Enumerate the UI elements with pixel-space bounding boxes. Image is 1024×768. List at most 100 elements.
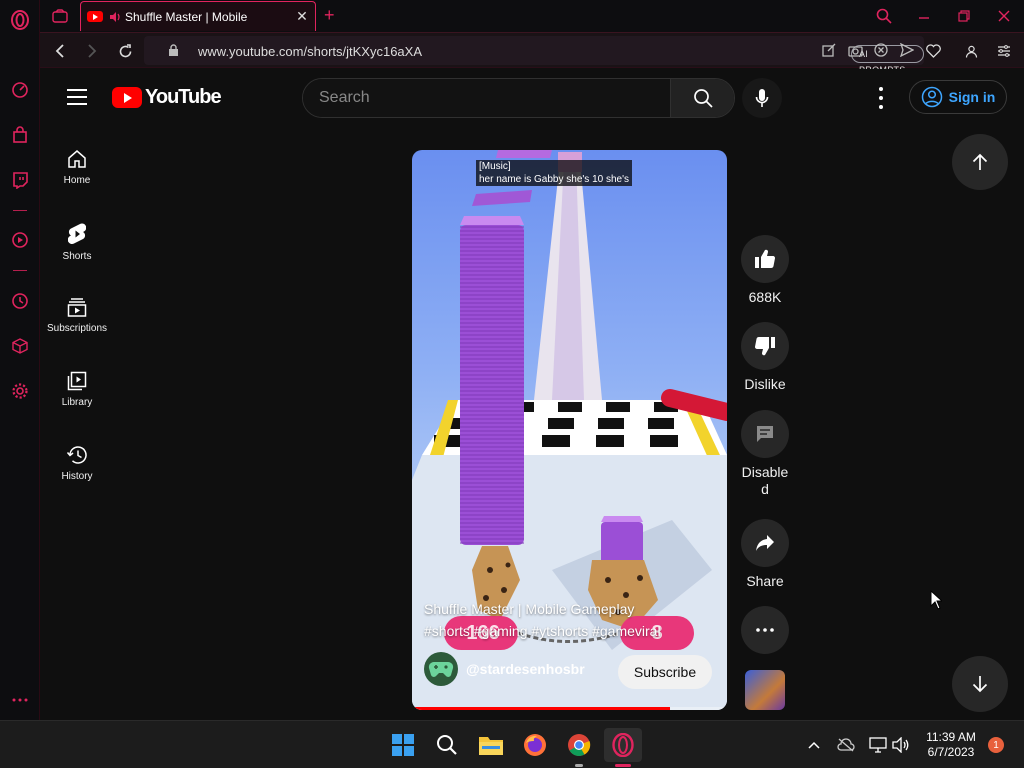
gamepad-icon <box>428 661 454 677</box>
guide-item-subscriptions[interactable]: Subscriptions <box>41 275 113 349</box>
chrome-icon[interactable] <box>565 731 593 759</box>
share-label: Share <box>746 573 784 589</box>
home-icon <box>68 150 86 168</box>
channel-name[interactable]: @stardesenhosbr <box>466 661 585 677</box>
thumbs-up-icon <box>755 249 776 269</box>
like-action: 688K <box>737 235 793 306</box>
tab-close-icon[interactable]: ✕ <box>295 8 309 25</box>
windows-start-icon[interactable] <box>389 731 417 759</box>
reload-icon[interactable] <box>115 41 135 61</box>
like-button[interactable] <box>741 235 789 283</box>
new-tab-button[interactable]: + <box>324 5 335 26</box>
more-dots-icon[interactable] <box>10 690 30 710</box>
share-button[interactable] <box>741 519 789 567</box>
guide-item-shorts[interactable]: Shorts <box>41 201 113 275</box>
subscribe-button[interactable]: Subscribe <box>618 655 712 689</box>
close-window-icon[interactable] <box>994 6 1014 26</box>
url-box[interactable]: www.youtube.com/shorts/jtKXyc16aXA AI PR… <box>144 36 924 75</box>
send-icon[interactable] <box>898 41 916 59</box>
account-circle-icon <box>921 86 942 108</box>
thumbs-down-icon <box>754 336 775 356</box>
guide-item-history[interactable]: History <box>41 423 113 497</box>
adblock-shield-icon[interactable] <box>872 41 890 59</box>
video-title[interactable]: Shuffle Master | Mobile Gameplay #shorts… <box>424 598 720 642</box>
subscriptions-icon <box>67 298 87 317</box>
video-progress-bar[interactable] <box>412 707 727 710</box>
edit-share-icon[interactable] <box>820 41 838 59</box>
share-action: Share <box>737 519 793 590</box>
channel-avatar[interactable] <box>424 652 458 686</box>
history-clock-icon[interactable] <box>10 291 30 311</box>
tab-youtube-shorts[interactable]: Shuffle Master | Mobile ✕ <box>80 1 316 31</box>
tab-bar: Shuffle Master | Mobile ✕ + <box>40 0 1024 32</box>
shopping-bag-icon[interactable] <box>10 125 30 145</box>
bookmark-heart-icon[interactable] <box>924 42 942 60</box>
settings-gear-icon[interactable] <box>10 381 30 401</box>
opera-logo-icon[interactable] <box>10 10 30 30</box>
channel-info[interactable]: @stardesenhosbr <box>424 652 585 686</box>
workspaces-icon[interactable] <box>50 6 70 26</box>
url-text: www.youtube.com/shorts/jtKXyc16aXA <box>198 44 422 59</box>
shorts-icon <box>68 223 86 244</box>
speed-dial-icon[interactable] <box>10 80 30 100</box>
speaker-icon[interactable] <box>109 11 121 23</box>
settings-more-icon[interactable] <box>871 87 891 109</box>
guide-item-library[interactable]: Library <box>41 349 113 423</box>
search-icon <box>693 89 713 108</box>
lock-icon[interactable] <box>168 44 179 57</box>
guide-item-home[interactable]: Home <box>41 127 113 201</box>
progress-fill <box>412 707 671 710</box>
search-bar <box>302 78 735 118</box>
taskbar-search-icon[interactable] <box>433 731 461 759</box>
voice-search-button[interactable] <box>742 78 782 118</box>
comments-action: Disabled <box>737 410 793 498</box>
youtube-logo[interactable]: YouTube <box>112 86 222 109</box>
file-explorer-icon[interactable] <box>477 731 505 759</box>
closed-caption: [Music] her name is Gabby she's 10 she's <box>476 160 633 186</box>
minimize-icon[interactable] <box>914 6 934 26</box>
taskbar-clock[interactable]: 11:39 AM 6/7/2023 <box>918 730 984 760</box>
easy-setup-icon[interactable] <box>995 42 1013 60</box>
player-icon[interactable] <box>10 230 30 250</box>
profile-icon[interactable] <box>962 42 980 60</box>
arrow-up-icon <box>972 153 988 170</box>
dislike-button[interactable] <box>741 322 789 370</box>
previous-short-button[interactable] <box>952 134 1008 190</box>
clock-time: 11:39 AM <box>926 730 976 744</box>
youtube-favicon-icon <box>87 11 103 22</box>
twitch-icon[interactable] <box>10 170 30 190</box>
opera-taskbar-icon[interactable] <box>604 728 642 762</box>
forward-arrow-icon[interactable] <box>82 41 102 61</box>
notification-badge[interactable]: 1 <box>988 737 1004 753</box>
onedrive-off-icon[interactable] <box>836 735 856 755</box>
search-tabs-icon[interactable] <box>874 6 894 26</box>
back-arrow-icon[interactable] <box>50 41 70 61</box>
microphone-icon <box>755 89 769 107</box>
tray-chevron-up-icon[interactable] <box>804 735 824 755</box>
search-input[interactable] <box>303 79 670 117</box>
cube-icon[interactable] <box>10 336 30 356</box>
dislike-action: Dislike <box>737 322 793 393</box>
network-icon[interactable] <box>868 735 888 755</box>
comment-icon <box>757 426 773 442</box>
sign-in-label: Sign in <box>948 89 996 105</box>
more-action <box>737 606 793 654</box>
arrow-down-icon <box>972 676 988 693</box>
clock-date: 6/7/2023 <box>927 745 975 759</box>
youtube-play-icon <box>112 87 142 108</box>
more-options-button[interactable] <box>741 606 789 654</box>
firefox-icon[interactable] <box>521 731 549 759</box>
next-short-button[interactable] <box>952 656 1008 712</box>
sign-in-button[interactable]: Sign in <box>909 80 1007 114</box>
shorts-video-player[interactable]: [Music] her name is Gabby she's 10 she's… <box>412 150 727 710</box>
remix-sound-thumbnail[interactable] <box>745 670 785 710</box>
tab-title: Shuffle Master | Mobile <box>125 9 248 24</box>
restore-icon[interactable] <box>954 6 974 26</box>
comments-button[interactable] <box>741 410 789 458</box>
camera-snapshot-icon[interactable] <box>846 41 864 59</box>
menu-hamburger-icon[interactable] <box>67 89 87 105</box>
library-icon <box>67 371 87 391</box>
youtube-header: YouTube Sign in <box>41 69 1024 127</box>
search-button[interactable] <box>670 79 734 117</box>
volume-icon[interactable] <box>891 735 911 755</box>
